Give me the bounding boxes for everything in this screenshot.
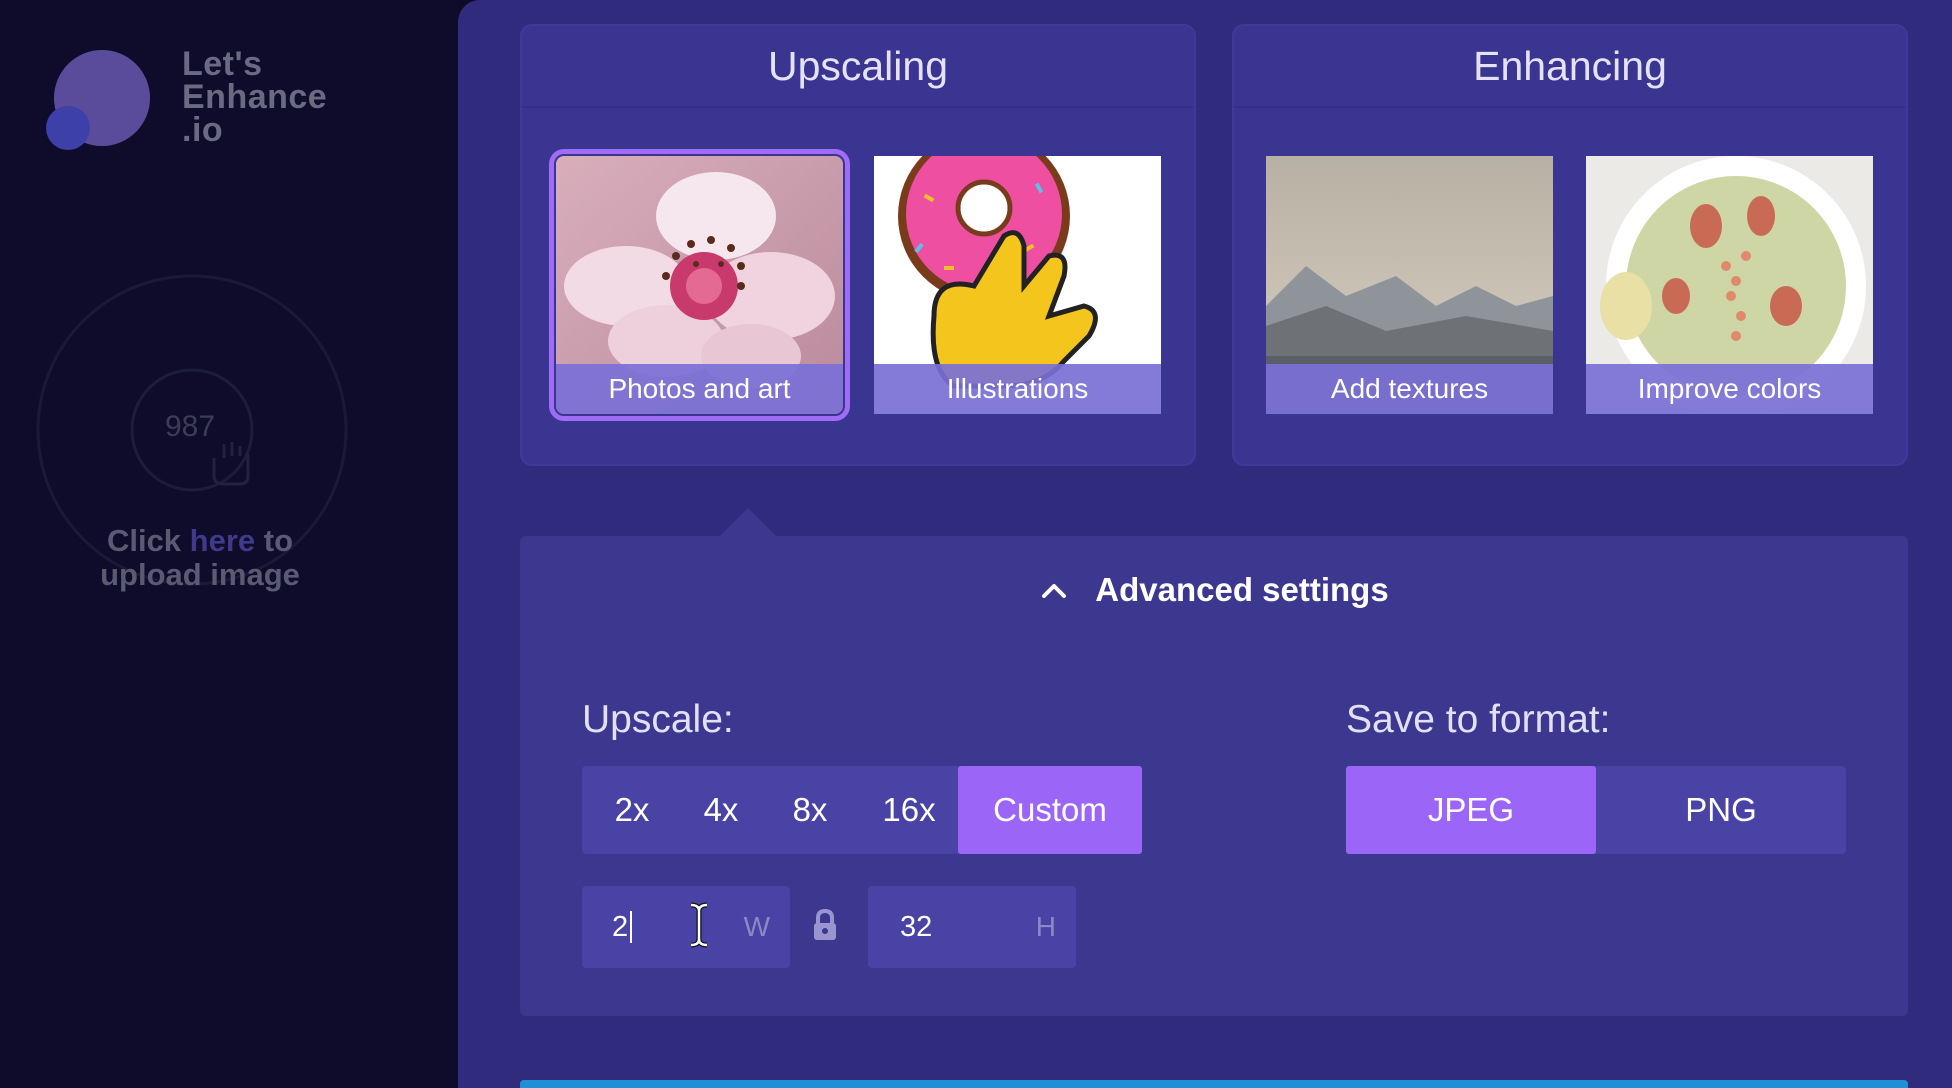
width-value-wrap: 2 bbox=[612, 886, 633, 968]
enhancing-card: Enhancing Add textures Improve colors bbox=[1232, 24, 1908, 466]
tile-label: Improve colors bbox=[1586, 364, 1873, 414]
logo-text: Let's Enhance .io bbox=[182, 45, 382, 149]
tile-label: Photos and art bbox=[556, 364, 843, 414]
height-value: 32 bbox=[900, 910, 933, 943]
upscale-label: Upscale: bbox=[582, 698, 734, 741]
upscaling-card: Upscaling Photos and art Illustrations bbox=[520, 24, 1196, 466]
upload-text-line2: upload image bbox=[100, 557, 300, 592]
logo-line-3: .io bbox=[182, 111, 224, 149]
tile-add-textures[interactable]: Add textures bbox=[1266, 156, 1553, 414]
lock-icon[interactable] bbox=[810, 908, 840, 942]
height-input[interactable]: 32 H bbox=[868, 886, 1076, 968]
advanced-settings-label: Advanced settings bbox=[1095, 571, 1389, 608]
width-value: 2 bbox=[612, 910, 629, 943]
tile-label: Add textures bbox=[1266, 364, 1553, 414]
sidebar: Let's Enhance .io 987 Click here to uplo… bbox=[0, 0, 458, 1088]
advanced-settings-toggle[interactable]: Advanced settings bbox=[520, 562, 1908, 618]
chevron-up-icon bbox=[1042, 584, 1067, 598]
tile-label: Illustrations bbox=[874, 364, 1161, 414]
logo-icon bbox=[46, 50, 150, 150]
format-png-button[interactable]: PNG bbox=[1596, 766, 1846, 854]
height-unit: H bbox=[1035, 911, 1056, 942]
width-unit: W bbox=[743, 911, 770, 942]
enhancing-title: Enhancing bbox=[1234, 26, 1906, 108]
text-caret bbox=[630, 911, 633, 943]
upscale-16x-button[interactable]: 16x bbox=[860, 766, 958, 854]
upload-text-before: Click bbox=[106, 523, 190, 558]
text-cursor-icon bbox=[690, 902, 708, 948]
format-label: Save to format: bbox=[1346, 698, 1611, 741]
bottom-action-bar[interactable] bbox=[520, 1080, 1908, 1088]
upload-here-link[interactable]: here bbox=[190, 523, 255, 558]
tile-illustrations[interactable]: Illustrations bbox=[874, 156, 1161, 414]
upscale-selector: 2x 4x 8x 16x Custom bbox=[582, 766, 1142, 854]
upscale-8x-button[interactable]: 8x bbox=[760, 766, 860, 854]
logo[interactable]: Let's Enhance .io bbox=[46, 47, 366, 158]
main-panel: Upscaling Photos and art Illustrations E… bbox=[458, 0, 1952, 1088]
upscaling-title: Upscaling bbox=[522, 26, 1194, 108]
format-jpeg-button[interactable]: JPEG bbox=[1346, 766, 1596, 854]
width-input[interactable]: 2 W bbox=[582, 886, 790, 968]
advanced-settings-panel: Advanced settings Upscale: Save to forma… bbox=[520, 508, 1908, 1016]
tile-improve-colors[interactable]: Improve colors bbox=[1586, 156, 1873, 414]
upscale-2x-button[interactable]: 2x bbox=[582, 766, 682, 854]
tile-photos-and-art[interactable]: Photos and art bbox=[549, 149, 850, 421]
logo-line-1: Let's bbox=[182, 45, 263, 83]
format-selector: JPEG PNG bbox=[1346, 766, 1846, 854]
upscale-4x-button[interactable]: 4x bbox=[682, 766, 760, 854]
upload-text-after: to bbox=[255, 523, 294, 558]
upload-instructions: Click here to upload image bbox=[20, 524, 380, 592]
upscale-custom-button[interactable]: Custom bbox=[958, 766, 1142, 854]
logo-line-2: Enhance bbox=[182, 78, 328, 116]
upload-count: 987 bbox=[164, 410, 216, 443]
upload-area[interactable]: 987 Click here to upload image bbox=[20, 250, 360, 620]
panel-pointer bbox=[718, 508, 778, 538]
